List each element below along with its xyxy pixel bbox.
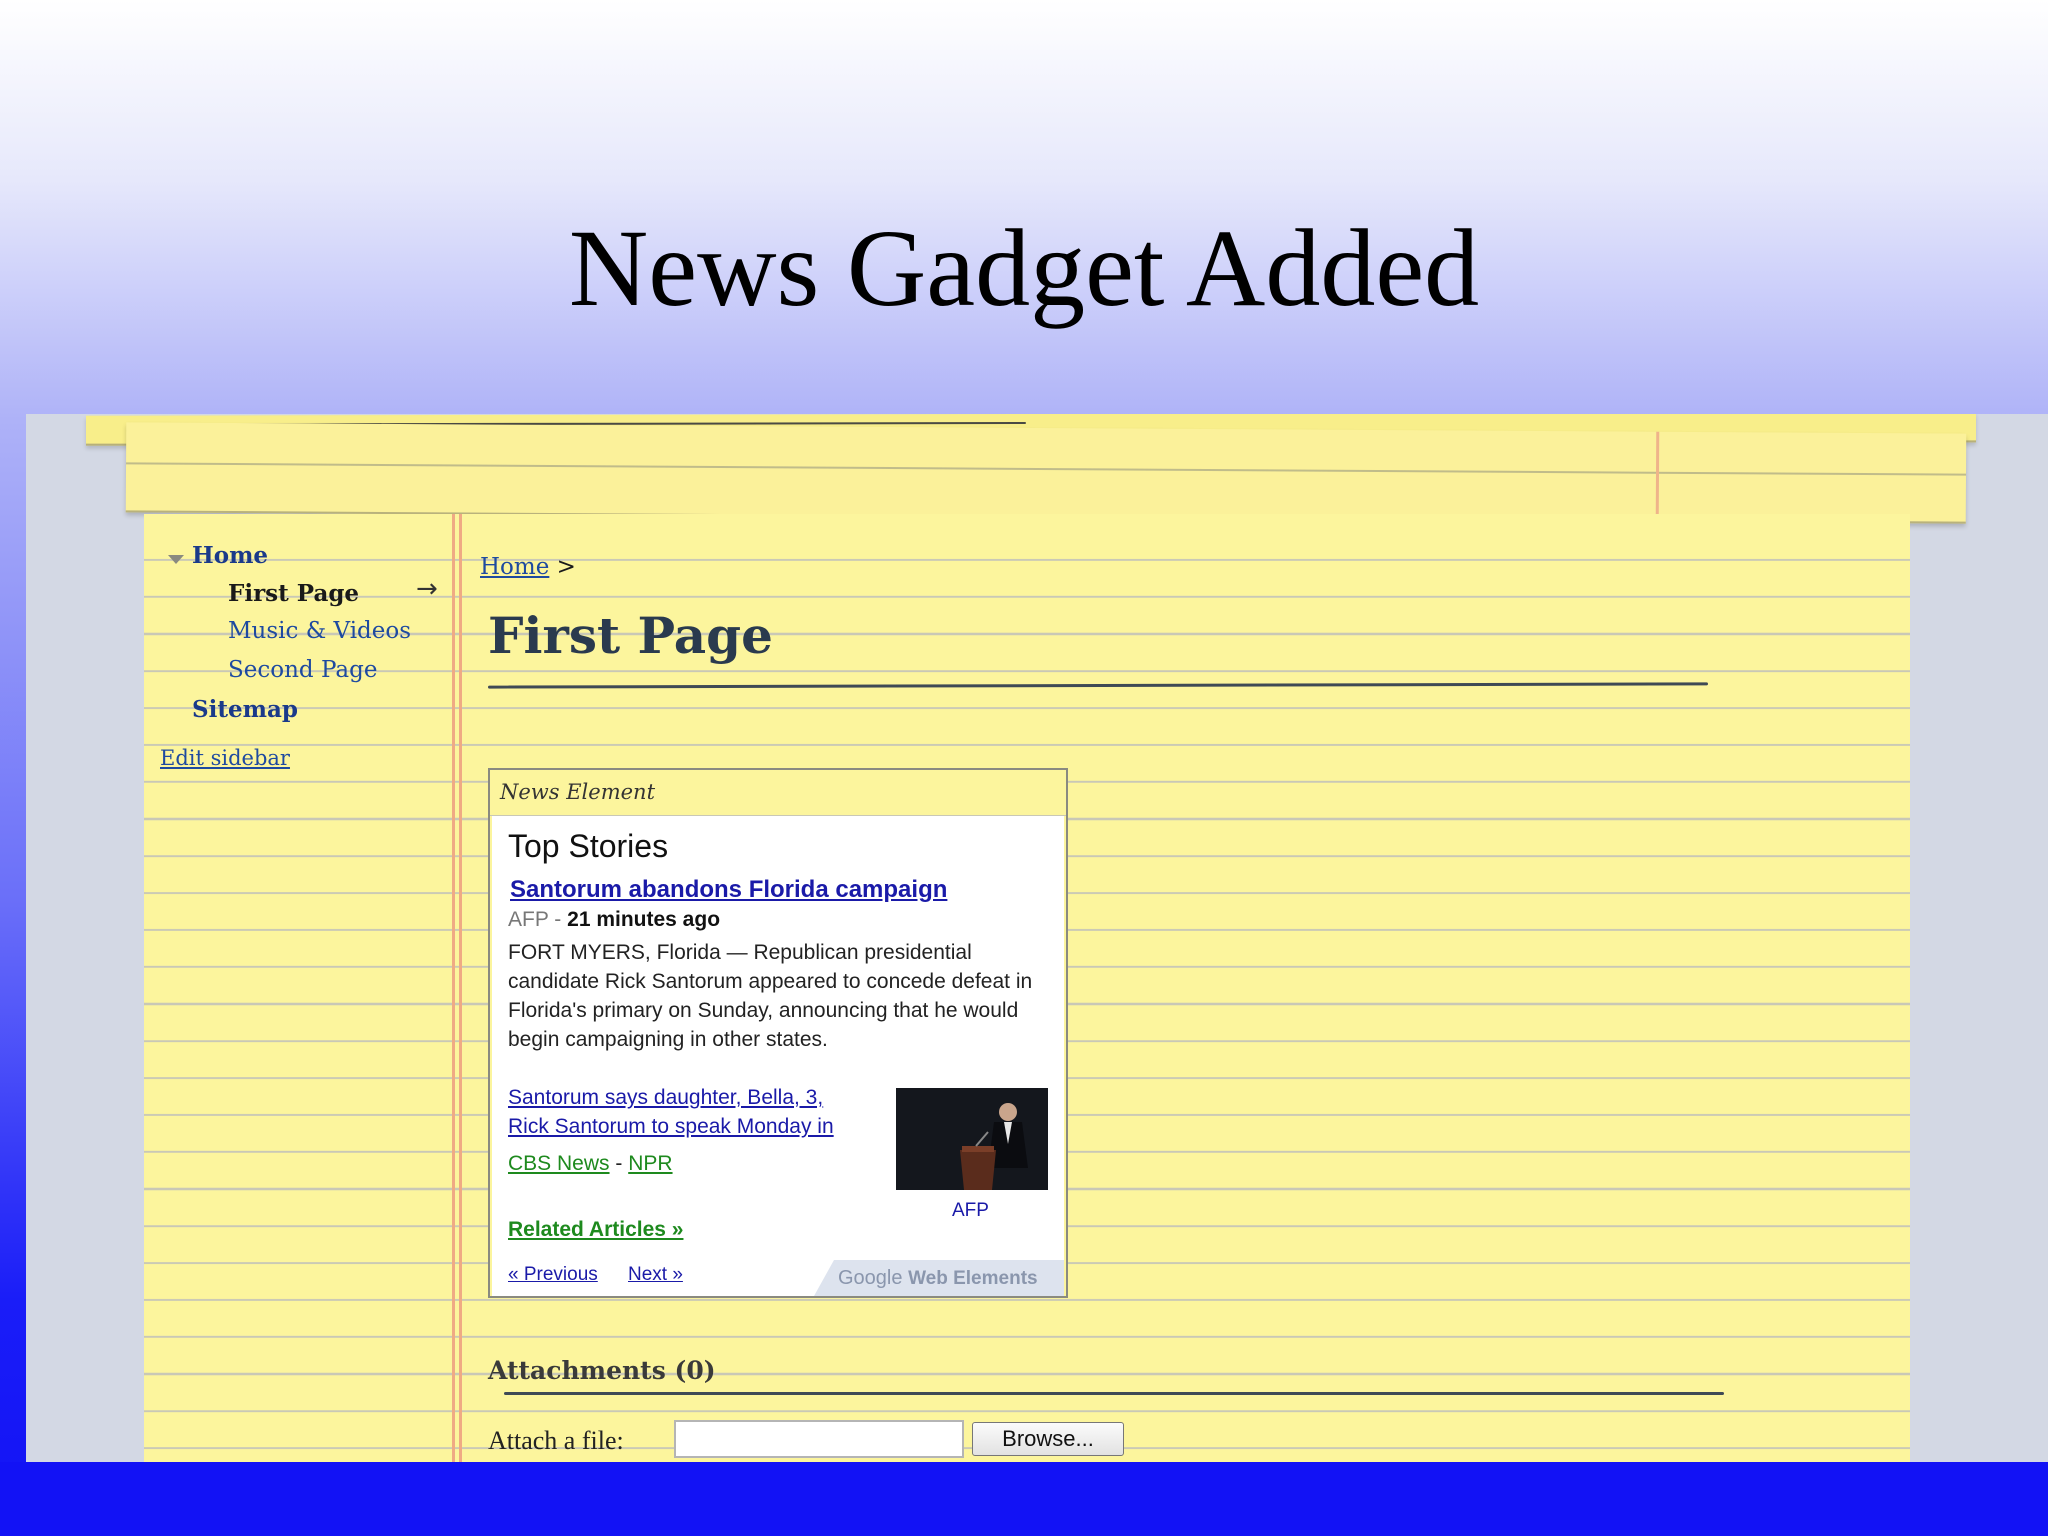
sidebar-item-home[interactable]: Home (192, 542, 268, 569)
gadget-body: Top Stories Santorum abandons Florida ca… (492, 816, 1064, 1296)
related-story-link[interactable]: Rick Santorum to speak Monday in (508, 1115, 834, 1139)
previous-link[interactable]: « Previous (508, 1264, 598, 1286)
expand-triangle-icon[interactable] (168, 555, 184, 564)
breadcrumb-separator: > (556, 554, 576, 580)
story-time: 21 minutes ago (567, 908, 721, 931)
google-brand-name: Google (838, 1267, 903, 1289)
page-title: First Page (488, 606, 773, 665)
slide-title: News Gadget Added (568, 207, 1480, 329)
source-link-npr[interactable]: NPR (628, 1152, 672, 1175)
related-articles-link[interactable]: Related Articles » (508, 1218, 683, 1242)
breadcrumb: Home > (480, 554, 576, 580)
news-gadget: News Element Top Stories Santorum abando… (488, 768, 1068, 1298)
story-source-separator: - (548, 908, 568, 931)
torn-sheet-mid (125, 422, 1967, 524)
attachments-heading: Attachments (0) (488, 1356, 716, 1385)
file-path-input[interactable] (674, 1420, 964, 1458)
photo-caption: AFP (952, 1200, 989, 1221)
google-web-elements-logo: Google Web Elements (814, 1260, 1064, 1296)
source-link-cbs[interactable]: CBS News (508, 1152, 610, 1175)
related-story-link[interactable]: Santorum says daughter, Bella, 3, (508, 1086, 823, 1110)
attach-file-label: Attach a file: (488, 1426, 624, 1455)
title-underline (487, 682, 1709, 689)
top-stories-heading: Top Stories (508, 828, 669, 864)
story-sources: CBS News - NPR (508, 1152, 673, 1176)
sidebar-item-music-videos[interactable]: Music & Videos (228, 618, 411, 644)
slide-bottom-band (0, 1462, 2048, 1536)
story-source: AFP - 21 minutes ago (508, 908, 720, 932)
gadget-header: News Element (490, 770, 1066, 816)
breadcrumb-home-link[interactable]: Home (480, 554, 549, 580)
notepad-margin (452, 514, 462, 1462)
edit-sidebar-link[interactable]: Edit sidebar (160, 746, 290, 770)
story-source-name: AFP (508, 908, 549, 931)
sidebar-item-sitemap[interactable]: Sitemap (192, 696, 298, 723)
sidebar-item-second-page[interactable]: Second Page (228, 657, 377, 683)
current-page-arrow-icon: → (416, 574, 438, 604)
site-screenshot: Home First Page → Music & Videos Second … (26, 414, 2048, 1462)
news-photo[interactable] (896, 1088, 1048, 1190)
sources-separator: - (609, 1152, 629, 1175)
story-summary: FORT MYERS, Florida — Republican preside… (508, 941, 1033, 1051)
next-link[interactable]: Next » (628, 1264, 683, 1286)
notepad-page: Home First Page → Music & Videos Second … (144, 514, 1910, 1462)
attachments-underline (504, 1392, 1724, 1395)
story-headline-link[interactable]: Santorum abandons Florida campaign (510, 876, 947, 904)
browse-button[interactable]: Browse... (972, 1422, 1124, 1456)
sidebar-item-first-page[interactable]: First Page (228, 580, 359, 607)
web-elements-label: Web Elements (908, 1268, 1038, 1289)
